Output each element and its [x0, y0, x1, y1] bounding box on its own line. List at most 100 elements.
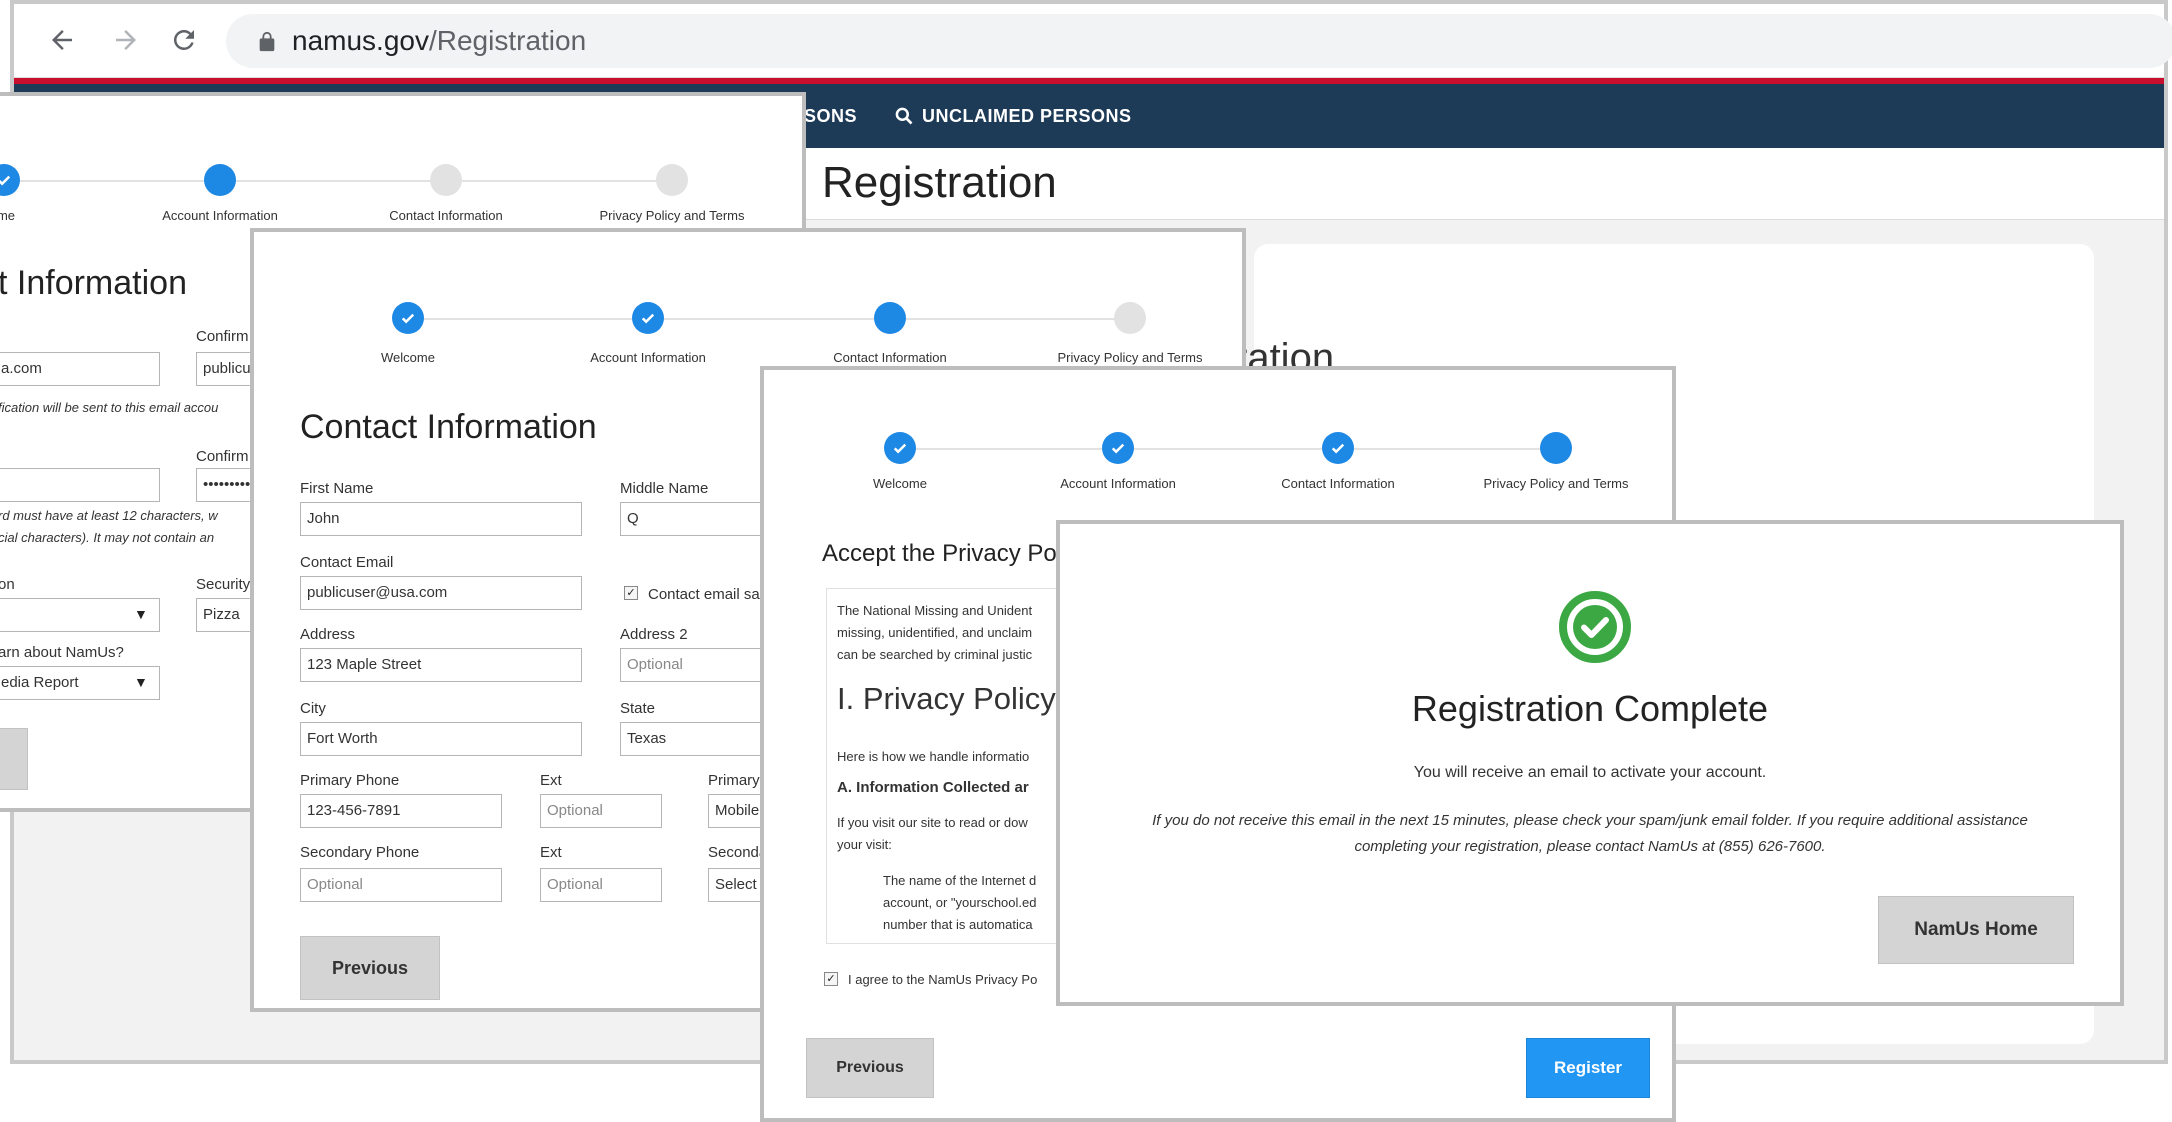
secondary-phone-field[interactable]: Optional	[300, 868, 502, 902]
step-label: Welcome	[381, 350, 435, 365]
policy-subsection-heading: A. Information Collected ar	[837, 779, 1029, 796]
search-icon	[894, 106, 914, 126]
step-label: Contact Information	[1281, 476, 1395, 491]
register-button[interactable]: Register	[1526, 1038, 1650, 1098]
policy-section-heading: I. Privacy Policy	[837, 681, 1056, 716]
chevron-down-icon: ▼	[134, 674, 148, 690]
step-dot-current	[1540, 432, 1572, 464]
confirm-email-label: Confirm	[196, 328, 249, 345]
url-path: /Registration	[428, 25, 587, 56]
city-field[interactable]: Fort Worth	[300, 722, 582, 756]
step-label: Contact Information	[833, 350, 947, 365]
address2-label: Address 2	[620, 626, 688, 643]
contact-email-label: Contact Email	[300, 554, 394, 571]
page-title: Registration	[822, 158, 1057, 207]
policy-text: If you visit our site to read or dow	[837, 815, 1028, 830]
security-question-label: on	[0, 576, 15, 593]
step-dot-upcoming	[430, 164, 462, 196]
password-field[interactable]	[0, 468, 160, 502]
policy-intro: can be searched by criminal justic	[837, 647, 1033, 662]
primary-phone-field[interactable]: 123-456-7891	[300, 794, 502, 828]
policy-list-item: The name of the Internet d	[883, 873, 1037, 888]
password-note: cial characters). It may not contain an	[0, 530, 215, 545]
email-field[interactable]: a.com	[0, 352, 160, 386]
check-icon	[0, 164, 20, 196]
forward-icon[interactable]	[106, 20, 146, 60]
panel-heading: Accept the Privacy Po	[822, 540, 1057, 567]
step-dot-upcoming	[1114, 302, 1146, 334]
step-dot-upcoming	[656, 164, 688, 196]
previous-button[interactable]	[0, 728, 28, 790]
check-icon	[632, 302, 664, 334]
step-label: Account Information	[1060, 476, 1176, 491]
step-label: Privacy Policy and Terms	[599, 208, 745, 223]
ext2-label: Ext	[540, 844, 562, 861]
step-dot-current	[874, 302, 906, 334]
security-answer-label: Security	[196, 576, 251, 593]
ext-field[interactable]: Optional	[540, 794, 662, 828]
contact-email-field[interactable]: publicuser@usa.com	[300, 576, 582, 610]
reload-icon[interactable]	[164, 20, 204, 60]
completion-title: Registration Complete	[1411, 688, 1769, 729]
policy-text: Here is how we handle informatio	[837, 749, 1030, 764]
first-name-label: First Name	[300, 480, 374, 497]
policy-intro: The National Missing and Unident	[837, 603, 1033, 618]
namus-home-button[interactable]: NamUs Home	[1878, 896, 2074, 964]
ext-label: Ext	[540, 772, 562, 789]
check-icon	[392, 302, 424, 334]
ext2-field[interactable]: Optional	[540, 868, 662, 902]
city-label: City	[300, 700, 326, 717]
password-note: rd must have at least 12 characters, w	[0, 508, 218, 523]
previous-button[interactable]: Previous	[806, 1038, 934, 1098]
primary-type-label: Primary	[708, 772, 760, 789]
secondary-type-label: Seconda	[708, 844, 768, 861]
success-check-icon	[1558, 590, 1632, 664]
contact-email-checkbox-label: Contact email sa	[648, 586, 760, 603]
policy-intro: missing, unidentified, and unclaim	[837, 625, 1033, 640]
secondary-phone-label: Secondary Phone	[300, 844, 420, 861]
primary-phone-label: Primary Phone	[300, 772, 400, 789]
check-icon	[1102, 432, 1134, 464]
url-host: namus.gov	[292, 25, 429, 56]
agree-checkbox[interactable]: ✓	[824, 972, 838, 986]
contact-email-checkbox[interactable]: ✓	[624, 586, 638, 600]
browser-toolbar: namus.gov/Registration	[14, 4, 2172, 78]
first-name-field[interactable]: John	[300, 502, 582, 536]
middle-name-label: Middle Name	[620, 480, 709, 497]
completion-help-text: If you do not receive this email in the …	[1152, 812, 2028, 829]
policy-list-item: account, or "yourschool.ed	[883, 895, 1037, 910]
address-bar[interactable]: namus.gov/Registration	[226, 14, 2172, 68]
confirm-password-label: Confirm	[196, 448, 249, 465]
stepper-track	[410, 318, 1132, 320]
registration-complete-panel: Registration Complete You will receive a…	[1056, 520, 2124, 1006]
completion-help-text: completing your registration, please con…	[1354, 838, 1826, 855]
chevron-down-icon: ▼	[134, 606, 148, 622]
step-label: Welcome	[873, 476, 927, 491]
address-label: Address	[300, 626, 356, 643]
step-dot-current	[204, 164, 236, 196]
policy-text: your visit:	[837, 837, 892, 852]
learn-about-label: arn about NamUs?	[0, 644, 124, 661]
address-field[interactable]: 123 Maple Street	[300, 648, 582, 682]
panel-heading: Contact Information	[300, 408, 597, 446]
completion-message: You will receive an email to activate yo…	[1413, 764, 1767, 781]
nav-item-unclaimed-persons[interactable]: UNCLAIMED PERSONS	[922, 106, 1132, 127]
agree-label: I agree to the NamUs Privacy Po	[848, 972, 1038, 987]
url-text: namus.gov/Registration	[292, 25, 586, 57]
state-label: State	[620, 700, 656, 717]
step-label: Account Information	[162, 208, 278, 223]
email-note: fication will be sent to this email acco…	[0, 400, 219, 415]
panel-heading: t Information	[0, 264, 187, 302]
stepper-track	[900, 448, 1550, 450]
check-icon	[884, 432, 916, 464]
check-icon	[1322, 432, 1354, 464]
step-label: Privacy Policy and Terms	[1483, 476, 1629, 491]
previous-button[interactable]: Previous	[300, 936, 440, 1000]
back-icon[interactable]	[42, 20, 82, 60]
step-label: me	[0, 208, 16, 223]
lock-icon	[256, 31, 278, 53]
nav-item-persons[interactable]: SONS	[804, 106, 857, 127]
policy-scroll-box[interactable]: The National Missing and Unident missing…	[826, 588, 1086, 944]
step-label: Privacy Policy and Terms	[1057, 350, 1203, 365]
stepper-track	[0, 180, 678, 182]
